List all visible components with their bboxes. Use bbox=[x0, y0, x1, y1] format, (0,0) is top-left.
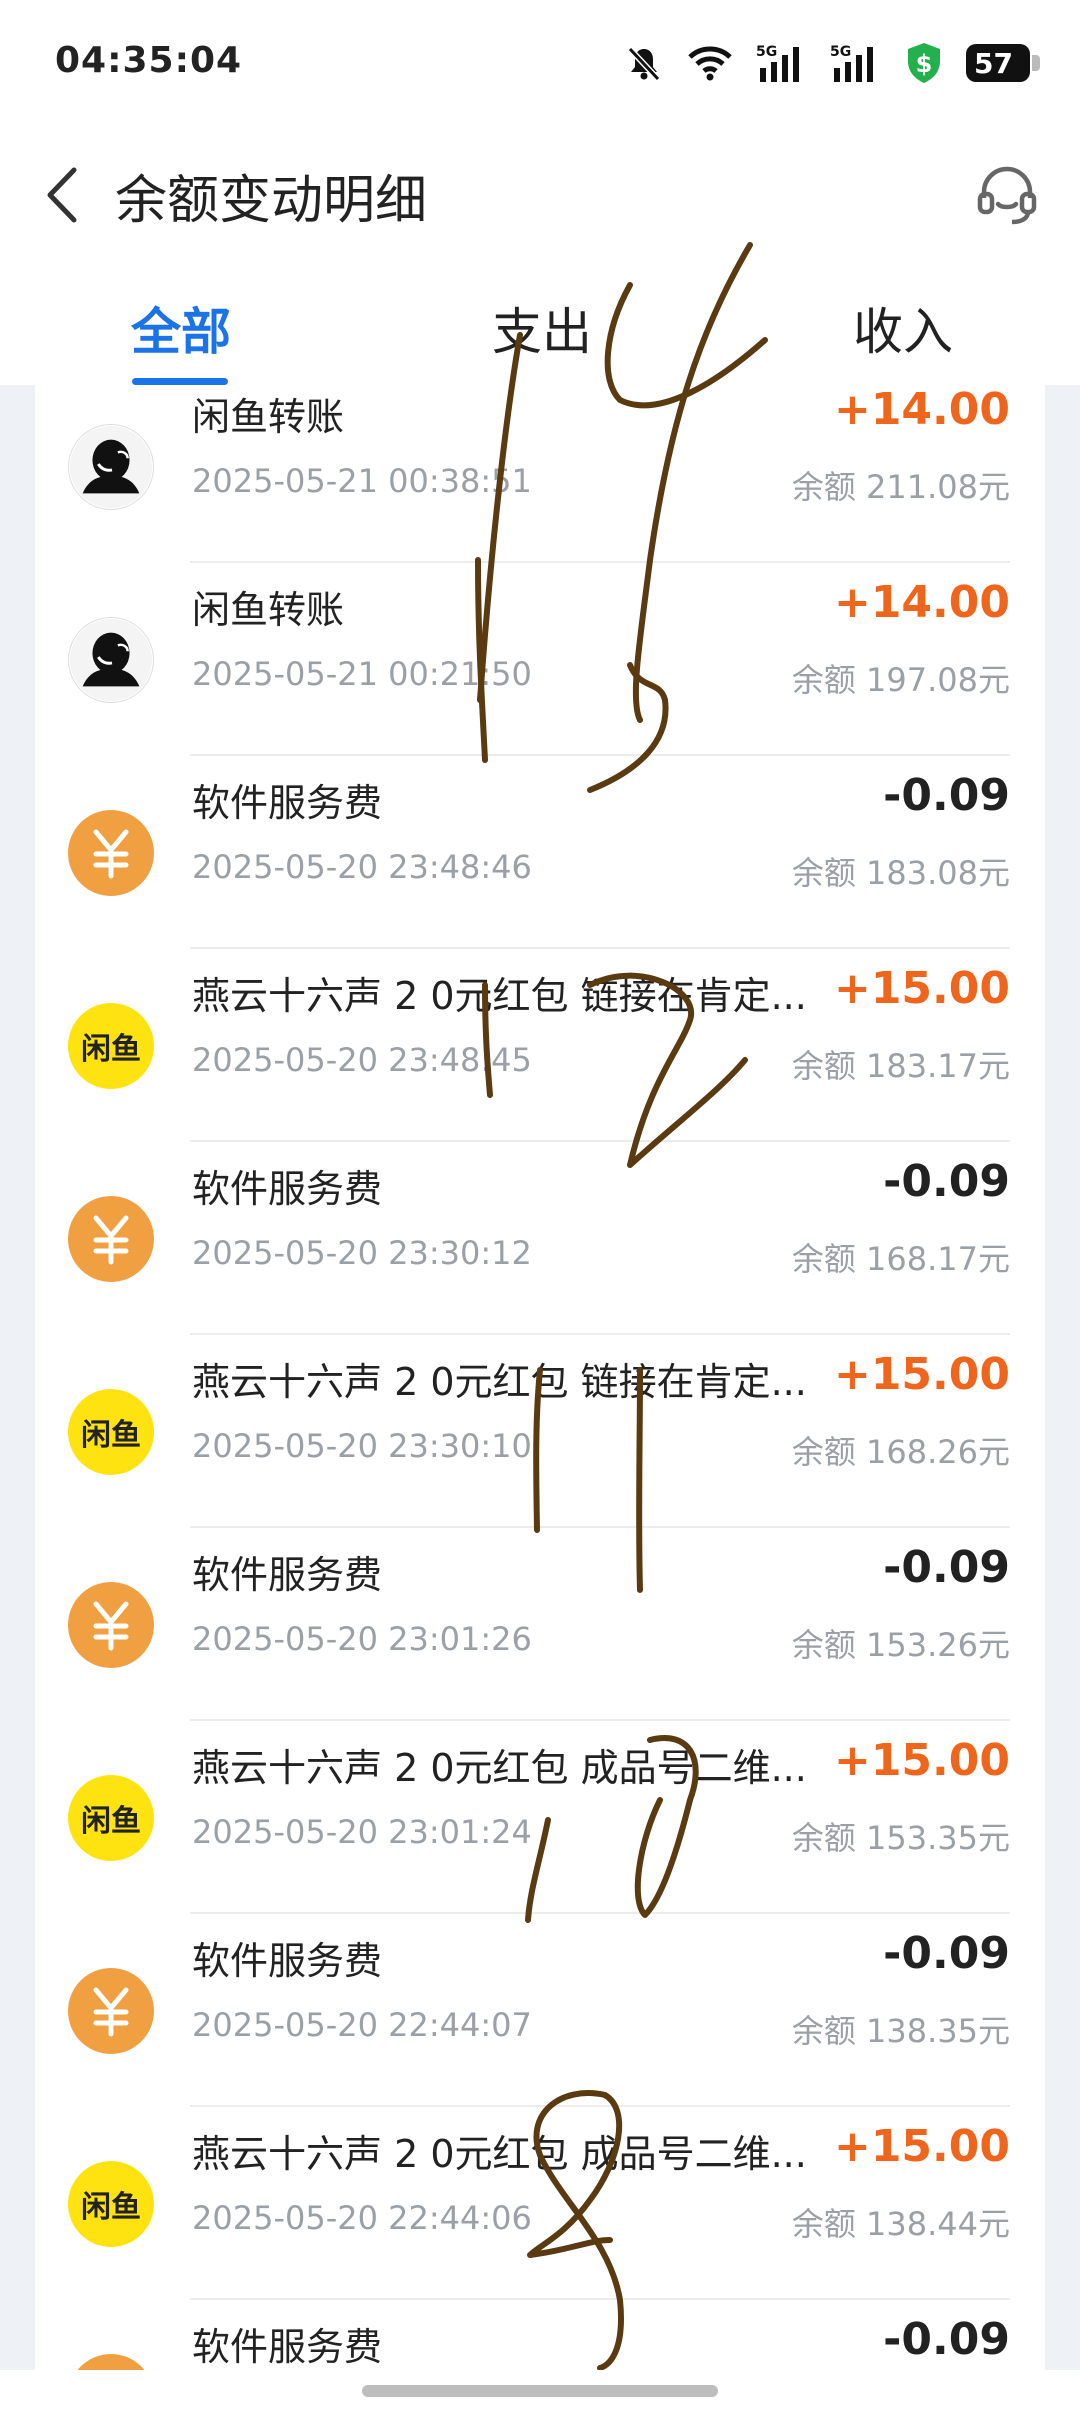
yen-icon bbox=[68, 1968, 154, 2054]
transaction-time: 2025-05-20 23:48:45 bbox=[192, 1041, 532, 1079]
transaction-time: 2025-05-20 22:44:07 bbox=[192, 2006, 532, 2044]
transaction-title: 燕云十六声 2 0元红包 链接在肯定... bbox=[192, 1360, 807, 1404]
transaction-balance: 余额 197.08元 bbox=[791, 661, 1010, 699]
battery-indicator: 57 bbox=[966, 44, 1040, 82]
svg-text:5G: 5G bbox=[756, 44, 777, 60]
transaction-time: 2025-05-20 23:30:12 bbox=[192, 1234, 532, 1272]
page-title: 余额变动明细 bbox=[115, 171, 428, 231]
transaction-amount: +14.00 bbox=[833, 385, 1010, 435]
transaction-title: 燕云十六声 2 0元红包 链接在肯定... bbox=[192, 974, 807, 1018]
transaction-row[interactable]: 闲鱼 燕云十六声 2 0元红包 成品号二维... 2025-05-20 23:01:… bbox=[35, 1721, 1045, 1914]
transaction-balance: 余额 211.08元 bbox=[791, 468, 1010, 506]
transaction-title: 软件服务费 bbox=[192, 781, 383, 825]
transaction-title: 燕云十六声 2 0元红包 成品号二维... bbox=[192, 1746, 807, 1790]
tab-income[interactable]: 收入 bbox=[853, 292, 953, 364]
yen-icon bbox=[68, 2354, 154, 2370]
xianyu-logo-text: 闲鱼 bbox=[81, 2190, 141, 2225]
transaction-row[interactable]: 闲鱼转账 2025-05-21 00:38:51 +14.00 余额 211.08元 bbox=[35, 385, 1045, 563]
transaction-list[interactable]: 闲鱼转账 2025-05-21 00:38:51 +14.00 余额 211.08元闲… bbox=[35, 385, 1045, 2370]
yen-icon bbox=[68, 1196, 154, 1282]
transaction-row[interactable]: 软件服务费 2025-05-20 23:48:46 -0.09 余额 183.08元 bbox=[35, 756, 1045, 949]
svg-text:5G: 5G bbox=[830, 44, 851, 60]
transaction-row[interactable]: 闲鱼 燕云十六声 2 0元红包 成品号二维... 2025-05-20 22:44:… bbox=[35, 2107, 1045, 2300]
transaction-time: 2025-05-20 23:01:24 bbox=[192, 1813, 532, 1851]
mute-icon bbox=[624, 43, 664, 83]
transaction-title: 软件服务费 bbox=[192, 1167, 383, 1211]
tab-all[interactable]: 全部 bbox=[131, 292, 231, 364]
transaction-amount: +14.00 bbox=[833, 577, 1010, 628]
back-button[interactable] bbox=[32, 160, 102, 230]
signal-5g-icon: 5G bbox=[830, 42, 882, 84]
transaction-row[interactable]: 闲鱼转账 2025-05-21 00:21:50 +14.00 余额 197.08元 bbox=[35, 563, 1045, 756]
xianyu-icon: 闲鱼 bbox=[68, 1003, 154, 1089]
transaction-balance: 余额 138.35元 bbox=[791, 2012, 1010, 2050]
filter-tabs: 全部 支出 收入 bbox=[0, 260, 1080, 385]
transaction-title: 软件服务费 bbox=[192, 2325, 383, 2369]
transaction-title: 软件服务费 bbox=[192, 1553, 383, 1597]
transaction-time: 2025-05-20 23:48:46 bbox=[192, 848, 532, 886]
transaction-balance: 余额 168.26元 bbox=[791, 1433, 1010, 1471]
transaction-row[interactable]: 软件服务费 2025-05-20 23:30:12 -0.09 余额 168.17元 bbox=[35, 1142, 1045, 1335]
transaction-balance: 余额 183.17元 bbox=[791, 1047, 1010, 1085]
user-avatar bbox=[68, 424, 154, 510]
xianyu-icon: 闲鱼 bbox=[68, 1775, 154, 1861]
yen-icon bbox=[68, 1582, 154, 1668]
xianyu-icon: 闲鱼 bbox=[68, 2161, 154, 2247]
signal-5g-icon: 5G bbox=[756, 42, 808, 84]
wifi-icon bbox=[686, 43, 734, 83]
transaction-amount: -0.09 bbox=[883, 1928, 1010, 1979]
transaction-amount: -0.09 bbox=[883, 1156, 1010, 1207]
transaction-row[interactable]: 闲鱼 燕云十六声 2 0元红包 链接在肯定... 2025-05-20 23:48:… bbox=[35, 949, 1045, 1142]
clock: 04:35:04 bbox=[55, 40, 243, 81]
transaction-balance: 余额 153.26元 bbox=[791, 1626, 1010, 1664]
xianyu-logo-text: 闲鱼 bbox=[81, 1032, 141, 1067]
transaction-row[interactable]: 软件服务费 -0.09 bbox=[35, 2300, 1045, 2370]
transaction-title: 闲鱼转账 bbox=[192, 395, 345, 439]
transaction-amount: +15.00 bbox=[833, 1735, 1010, 1786]
transaction-title: 闲鱼转账 bbox=[192, 588, 345, 632]
tab-active-indicator bbox=[132, 378, 228, 385]
shield-icon: $ bbox=[904, 41, 944, 85]
transaction-amount: +15.00 bbox=[833, 1349, 1010, 1400]
transaction-time: 2025-05-21 00:21:50 bbox=[192, 655, 532, 693]
transaction-row[interactable]: 软件服务费 2025-05-20 22:44:07 -0.09 余额 138.35元 bbox=[35, 1914, 1045, 2107]
headset-icon bbox=[977, 166, 1037, 225]
transaction-title: 软件服务费 bbox=[192, 1939, 383, 1983]
transaction-time: 2025-05-20 23:30:10 bbox=[192, 1427, 532, 1465]
transaction-balance: 余额 168.17元 bbox=[791, 1240, 1010, 1278]
transaction-balance: 余额 138.44元 bbox=[791, 2205, 1010, 2243]
status-icons: 5G 5G $ 57 bbox=[624, 36, 1040, 90]
home-indicator[interactable] bbox=[362, 2385, 718, 2397]
transaction-amount: -0.09 bbox=[883, 1542, 1010, 1593]
xianyu-logo-text: 闲鱼 bbox=[81, 1418, 141, 1453]
xianyu-icon: 闲鱼 bbox=[68, 1389, 154, 1475]
transaction-amount: -0.09 bbox=[883, 2314, 1010, 2365]
chevron-left-icon bbox=[47, 167, 77, 223]
xianyu-logo-text: 闲鱼 bbox=[81, 1804, 141, 1839]
transaction-balance: 余额 153.35元 bbox=[791, 1819, 1010, 1857]
status-bar: 04:35:04 5G 5G $ 57 bbox=[0, 0, 1080, 130]
customer-service-button[interactable] bbox=[972, 160, 1042, 230]
transaction-amount: +15.00 bbox=[833, 2121, 1010, 2172]
tab-expense[interactable]: 支出 bbox=[492, 292, 592, 364]
transaction-amount: +15.00 bbox=[833, 963, 1010, 1014]
transaction-balance: 余额 183.08元 bbox=[791, 854, 1010, 892]
transaction-time: 2025-05-20 23:01:26 bbox=[192, 1620, 532, 1658]
app-header: 余额变动明细 bbox=[0, 130, 1080, 260]
transaction-row[interactable]: 闲鱼 燕云十六声 2 0元红包 链接在肯定... 2025-05-20 23:30:… bbox=[35, 1335, 1045, 1528]
svg-text:$: $ bbox=[916, 50, 933, 78]
transaction-amount: -0.09 bbox=[883, 770, 1010, 821]
transaction-time: 2025-05-21 00:38:51 bbox=[192, 462, 532, 500]
user-avatar bbox=[68, 617, 154, 703]
transaction-time: 2025-05-20 22:44:06 bbox=[192, 2199, 532, 2237]
transaction-row[interactable]: 软件服务费 2025-05-20 23:01:26 -0.09 余额 153.26元 bbox=[35, 1528, 1045, 1721]
transaction-title: 燕云十六声 2 0元红包 成品号二维... bbox=[192, 2132, 807, 2176]
yen-icon bbox=[68, 810, 154, 896]
